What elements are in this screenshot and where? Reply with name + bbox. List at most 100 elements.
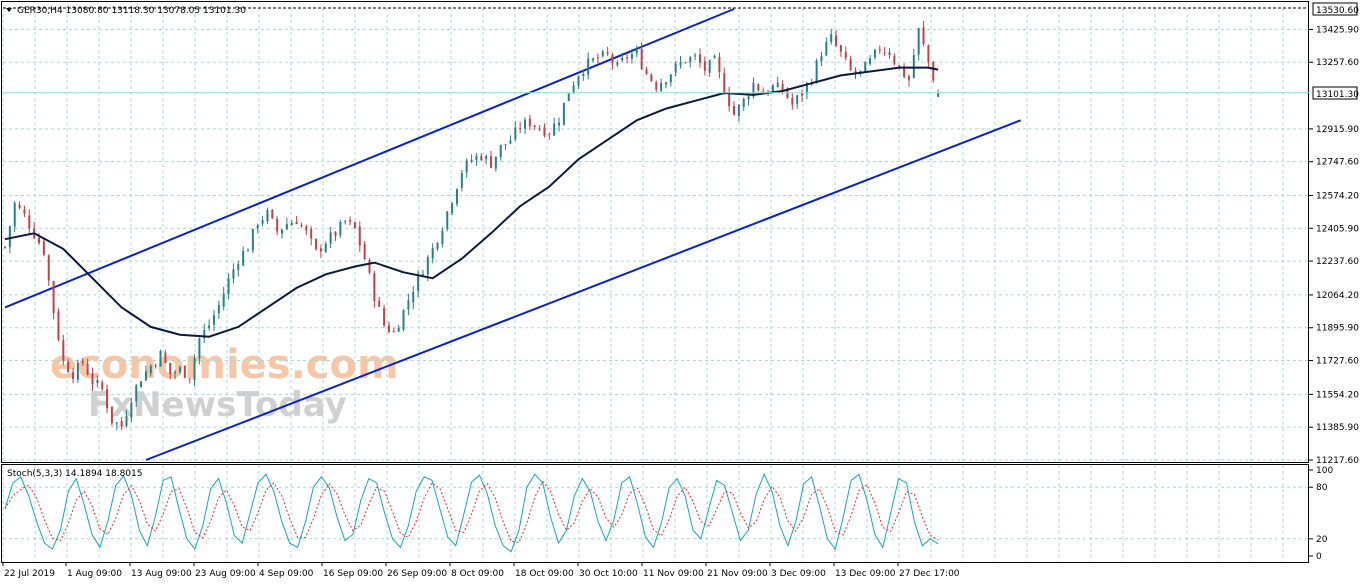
- candle-body: [125, 416, 128, 426]
- candle-body: [140, 381, 143, 388]
- top-price-tag-label: 13530.60: [1316, 6, 1359, 16]
- candle-body: [519, 127, 522, 129]
- candle-body: [334, 231, 337, 236]
- candle-body: [412, 291, 415, 303]
- time-tick-label: 27 Dec 17:00: [899, 569, 960, 579]
- price-tick-label: 11895.90: [1316, 324, 1359, 334]
- candle-body: [596, 57, 599, 59]
- candle-body: [8, 226, 11, 248]
- candle-body: [115, 422, 118, 424]
- candle-body: [499, 144, 502, 158]
- candle-body: [319, 248, 322, 252]
- candle-body: [601, 51, 604, 57]
- candle-body: [76, 362, 79, 380]
- moving-average: [4, 66, 939, 338]
- candle-body: [854, 70, 857, 73]
- candle-body: [251, 228, 254, 251]
- current-price-tag-label: 13101.30: [1316, 90, 1359, 100]
- price-tick-label: 12237.60: [1316, 257, 1359, 267]
- candle-body: [329, 232, 332, 244]
- candle-body: [771, 85, 774, 92]
- candle-body: [757, 84, 760, 91]
- candle-body: [266, 209, 269, 222]
- candle-body: [621, 57, 624, 61]
- candle-body: [728, 92, 731, 107]
- candle-body: [315, 238, 318, 250]
- candle-body: [339, 222, 342, 236]
- candle-body: [737, 104, 740, 117]
- candle-body: [42, 241, 45, 255]
- candle-body: [276, 218, 279, 232]
- candle-body: [562, 102, 565, 125]
- time-tick-label: 22 Jul 2019: [4, 569, 55, 579]
- candle-body: [669, 74, 672, 83]
- candle-body: [183, 365, 186, 378]
- candle-body: [188, 378, 191, 380]
- dropdown-triangle-icon[interactable]: [6, 8, 12, 12]
- candle-body: [888, 52, 891, 56]
- candle-body: [271, 209, 274, 219]
- candle-body: [873, 49, 876, 58]
- candle-body: [664, 82, 667, 85]
- candle-body: [91, 373, 94, 385]
- candle-body: [825, 42, 828, 56]
- candle-body: [256, 225, 259, 229]
- candle-body: [553, 123, 556, 136]
- candle-body: [261, 220, 264, 224]
- candle-body: [869, 58, 872, 64]
- price-tick-label: 11554.20: [1316, 390, 1359, 400]
- candle-body: [397, 327, 400, 332]
- price-tick-label: 11727.60: [1316, 357, 1359, 367]
- candle-body: [130, 402, 133, 418]
- candle-body: [208, 325, 211, 329]
- time-axis: 22 Jul 2019 1 Aug 09:00 13 Aug 09:00 23 Aug…: [2, 562, 960, 579]
- candle-body: [650, 74, 653, 81]
- candle-body: [358, 226, 361, 246]
- time-tick-label: 18 Oct 09:00: [515, 569, 574, 579]
- candle-body: [864, 62, 867, 72]
- candle-body: [436, 242, 439, 249]
- candle-body: [796, 95, 799, 104]
- candle-body: [18, 204, 21, 209]
- candle-body: [57, 311, 60, 340]
- candle-body: [718, 57, 721, 73]
- candle-body: [723, 73, 726, 94]
- candle-body: [543, 127, 546, 136]
- candle-body: [878, 49, 881, 51]
- candle-body: [402, 309, 405, 330]
- candle-body: [169, 362, 172, 374]
- candle-body: [577, 76, 580, 86]
- candle-body: [178, 367, 181, 372]
- candle-body: [470, 159, 473, 162]
- candle-body: [383, 308, 386, 326]
- candle-body: [640, 48, 643, 70]
- candle-body: [47, 255, 50, 281]
- price-tick-label: 12747.60: [1316, 158, 1359, 168]
- candle-body: [290, 222, 293, 226]
- candle-body: [592, 58, 595, 61]
- candle-body: [927, 45, 930, 62]
- stoch-tick-label: 0: [1316, 552, 1322, 562]
- candle-body: [387, 325, 390, 332]
- candle-body: [538, 128, 541, 130]
- stoch-info: Stoch(5,3,3) 14.1894 18.8015: [7, 469, 142, 479]
- candle-body: [295, 221, 298, 225]
- stoch-grid: [2, 465, 1309, 562]
- price-tick-label: 13425.90: [1316, 25, 1359, 35]
- time-tick-label: 26 Sep 09:00: [387, 569, 447, 579]
- price-tick-label: 12064.20: [1316, 291, 1359, 301]
- candle-body: [917, 28, 920, 55]
- stoch-tick-label: 20: [1316, 535, 1328, 545]
- candle-body: [237, 263, 240, 270]
- candle-body: [310, 228, 313, 239]
- candle-body: [222, 293, 225, 307]
- stoch-tick-label: 80: [1316, 483, 1328, 493]
- candle-body: [708, 60, 711, 73]
- candle-body: [81, 361, 84, 363]
- candle-body: [844, 51, 847, 58]
- candle-body: [747, 96, 750, 100]
- candle-body: [373, 273, 376, 301]
- candle-body: [490, 156, 492, 168]
- candle-body: [626, 57, 629, 59]
- price-tick-label: 12574.20: [1316, 191, 1359, 201]
